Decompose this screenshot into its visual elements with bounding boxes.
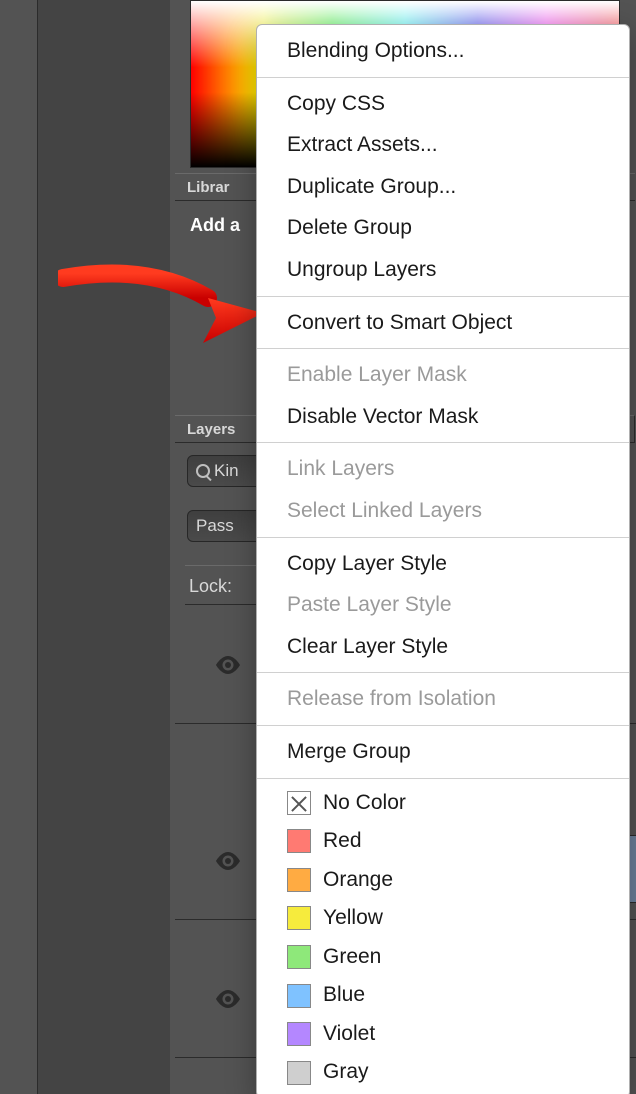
menu-color-label: Violet (323, 1018, 375, 1051)
color-swatch-icon (287, 1061, 311, 1085)
menu-color-label: Red (323, 825, 362, 858)
menu-copy-layer-style[interactable]: Copy Layer Style (257, 543, 629, 585)
menu-color-label: Blue (323, 979, 365, 1012)
menu-color-label: No Color (323, 787, 406, 820)
menu-separator (257, 348, 629, 349)
menu-separator (257, 672, 629, 673)
menu-separator (257, 778, 629, 779)
menu-color-label: Green (323, 941, 381, 974)
menu-enable-layer-mask: Enable Layer Mask (257, 354, 629, 396)
color-swatch-icon (287, 945, 311, 969)
menu-color-label: Orange (323, 864, 393, 897)
visibility-eye-icon[interactable] (215, 656, 241, 674)
menu-color-none[interactable]: No Color (257, 784, 629, 823)
menu-separator (257, 296, 629, 297)
menu-extract-assets[interactable]: Extract Assets... (257, 124, 629, 166)
menu-copy-css[interactable]: Copy CSS (257, 83, 629, 125)
layers-blend-label: Pass (196, 516, 234, 536)
menu-delete-group[interactable]: Delete Group (257, 207, 629, 249)
menu-color-red[interactable]: Red (257, 822, 629, 861)
menu-color-gray[interactable]: Gray (257, 1053, 629, 1092)
menu-disable-vector-mask[interactable]: Disable Vector Mask (257, 396, 629, 438)
menu-separator (257, 725, 629, 726)
menu-color-orange[interactable]: Orange (257, 861, 629, 900)
color-swatch-icon (287, 984, 311, 1008)
menu-color-yellow[interactable]: Yellow (257, 899, 629, 938)
color-swatch-icon (287, 868, 311, 892)
dock-strip (0, 0, 38, 1094)
menu-separator (257, 77, 629, 78)
menu-ungroup-layers[interactable]: Ungroup Layers (257, 249, 629, 291)
layers-blend-mode[interactable]: Pass (187, 510, 262, 542)
menu-clear-layer-style[interactable]: Clear Layer Style (257, 626, 629, 668)
layers-kind-filter[interactable]: Kin (187, 455, 262, 487)
libraries-add-label: Add a (190, 215, 240, 236)
menu-paste-layer-style: Paste Layer Style (257, 584, 629, 626)
menu-convert-smart-object[interactable]: Convert to Smart Object (257, 302, 629, 344)
menu-blending-options[interactable]: Blending Options... (257, 30, 629, 72)
layer-context-menu: Blending Options... Copy CSS Extract Ass… (256, 24, 630, 1094)
color-swatch-icon (287, 791, 311, 815)
menu-color-label: Gray (323, 1056, 369, 1089)
color-swatch-icon (287, 1022, 311, 1046)
layers-kind-label: Kin (214, 461, 239, 481)
menu-separator (257, 442, 629, 443)
menu-color-violet[interactable]: Violet (257, 1015, 629, 1054)
menu-merge-group[interactable]: Merge Group (257, 731, 629, 773)
color-swatch-icon (287, 906, 311, 930)
menu-duplicate-group[interactable]: Duplicate Group... (257, 166, 629, 208)
color-swatch-icon (287, 829, 311, 853)
menu-select-linked-layers: Select Linked Layers (257, 490, 629, 532)
visibility-eye-icon[interactable] (215, 990, 241, 1008)
search-icon (196, 464, 210, 478)
menu-color-green[interactable]: Green (257, 938, 629, 977)
menu-color-blue[interactable]: Blue (257, 976, 629, 1015)
menu-separator (257, 537, 629, 538)
menu-link-layers: Link Layers (257, 448, 629, 490)
menu-release-isolation: Release from Isolation (257, 678, 629, 720)
visibility-eye-icon[interactable] (215, 852, 241, 870)
menu-color-label: Yellow (323, 902, 383, 935)
